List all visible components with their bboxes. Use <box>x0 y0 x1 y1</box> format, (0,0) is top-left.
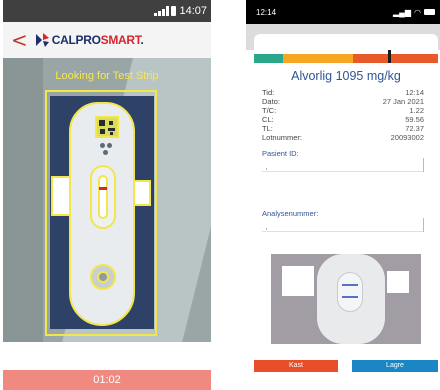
result-screen: 12:14 ▂▄▆ ◠ Alvorlig 1095 mg/kg Tid: 12:1… <box>246 0 440 390</box>
calprosmart-logo: CALPROSMART. <box>34 32 144 48</box>
analysis-number-label: Analysenummer: <box>262 209 319 218</box>
patient-id-input[interactable] <box>262 158 424 172</box>
status-time: 12:14 <box>256 7 277 17</box>
detail-label: CL: <box>262 115 274 124</box>
test-strip-photo <box>271 254 421 344</box>
severity-segment <box>353 54 438 63</box>
patient-id-label: Pasient ID: <box>262 149 299 158</box>
result-card: Alvorlig 1095 mg/kg Tid: 12:14 Dato: 27 Jan… <box>254 34 438 390</box>
status-bar: 12:14 ▂▄▆ ◠ <box>246 0 440 24</box>
qr-code-icon <box>95 116 119 138</box>
signal-icon: ▂▄▆ <box>393 7 412 17</box>
back-button[interactable]: < <box>11 30 28 50</box>
detail-row: T/C: 1.22 <box>262 106 424 115</box>
severity-segment <box>283 54 354 63</box>
logo-text: CALPROSMART. <box>51 33 144 47</box>
detail-value: 12:14 <box>405 88 424 97</box>
result-label: Alvorlig 1095 mg/kg <box>291 69 401 83</box>
detail-label: Tid: <box>262 88 275 97</box>
detail-row: TL: 72.37 <box>262 124 424 133</box>
detail-label: T/C: <box>262 106 277 115</box>
battery-icon <box>424 9 435 15</box>
severity-segment <box>254 54 284 63</box>
status-time: 14:07 <box>179 5 207 17</box>
detail-value: 27 Jan 2021 <box>382 97 424 106</box>
sample-well <box>90 264 116 290</box>
result-details: Tid: 12:14 Dato: 27 Jan 2021 T/C: 1.22 CL: 59.5… <box>262 88 424 142</box>
countdown-timer: 01:02 <box>3 370 211 390</box>
app-bar: < CALPROSMART. <box>3 22 211 58</box>
detail-row: CL: 59.56 <box>262 115 424 124</box>
camera-viewfinder: Looking for Test Strip <box>3 58 211 342</box>
detail-label: TL: <box>262 124 273 133</box>
scan-screen: 14:07 < CALPROSMART. Looking for Test St… <box>3 0 211 390</box>
detail-value: 72.37 <box>405 124 424 133</box>
detail-value: 59.56 <box>405 115 424 124</box>
logo-mark-icon <box>35 33 49 47</box>
control-line <box>342 284 358 286</box>
severity-bar <box>254 54 438 63</box>
test-line <box>99 187 107 190</box>
status-bar: 14:07 <box>3 0 211 22</box>
scan-prompt: Looking for Test Strip <box>55 70 159 82</box>
severity-marker <box>388 50 392 63</box>
test-line <box>342 296 358 298</box>
discard-button[interactable]: Kast <box>254 360 338 372</box>
detail-value: 20093002 <box>390 133 424 142</box>
detail-row: Lotnummer: 20093002 <box>262 133 424 142</box>
screenshot-pair: 14:07 < CALPROSMART. Looking for Test St… <box>0 0 440 390</box>
battery-icon <box>171 6 177 16</box>
signal-icon <box>154 6 170 16</box>
detail-label: Lotnummer: <box>262 133 303 142</box>
test-window <box>90 165 116 229</box>
save-button[interactable]: Lagre <box>352 360 438 372</box>
detail-label: Dato: <box>262 97 280 106</box>
detail-value: 1.22 <box>409 106 424 115</box>
analysis-number-input[interactable] <box>262 218 424 232</box>
wifi-icon: ◠ <box>414 7 421 17</box>
detail-row: Dato: 27 Jan 2021 <box>262 97 424 106</box>
detail-row: Tid: 12:14 <box>262 88 424 97</box>
